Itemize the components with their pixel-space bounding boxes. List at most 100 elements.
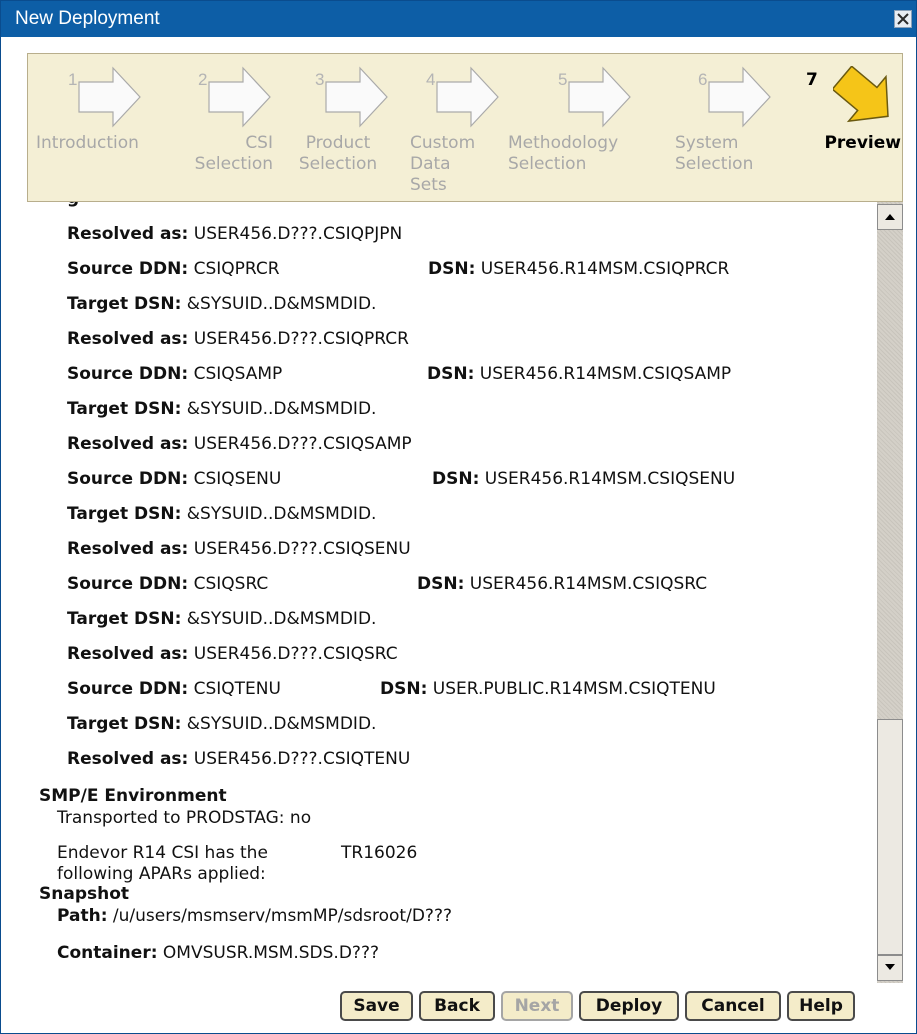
source-ddn-value: CSIQSENU — [193, 469, 282, 489]
resolved-as-row: Resolved as: USER456.D???.CSIQSRC — [67, 644, 398, 664]
resolved-as-value: USER456.D???.CSIQSRC — [193, 644, 398, 664]
scrollbar-thumb[interactable] — [877, 719, 903, 955]
source-ddn-row: Source DDN: CSIQPRCR — [67, 259, 280, 279]
resolved-as-value: USER456.D???.CSIQPRCR — [193, 329, 409, 349]
step-introduction[interactable]: 1 Introduction — [28, 54, 168, 203]
vertical-scrollbar[interactable] — [877, 202, 903, 983]
resolved-as-value: USER456.D???.CSIQSENU — [193, 539, 411, 559]
resolved-as-label: Resolved as: — [67, 224, 189, 244]
cut-off-text: g — [67, 202, 79, 208]
resolved-as-value: USER456.D???.CSIQTENU — [193, 749, 411, 769]
source-ddn-row: Source DDN: CSIQSRC — [67, 574, 268, 594]
dsn-row: DSN: USER456.R14MSM.CSIQSAMP — [427, 364, 731, 384]
dsn-label: DSN: — [432, 469, 480, 489]
target-dsn-value: &SYSUID..D&MSMDID. — [186, 399, 377, 419]
target-dsn-value: &SYSUID..D&MSMDID. — [186, 609, 377, 629]
target-dsn-label: Target DSN: — [67, 609, 182, 629]
source-ddn-label: Source DDN: — [67, 574, 189, 594]
help-button[interactable]: Help — [787, 991, 855, 1021]
scroll-up-button[interactable] — [877, 204, 903, 230]
step-arrow-icon — [325, 66, 388, 128]
source-ddn-value: CSIQPRCR — [193, 259, 280, 279]
step-number: 5 — [558, 70, 568, 89]
target-dsn-value: &SYSUID..D&MSMDID. — [186, 294, 377, 314]
dsn-row: DSN: USER.PUBLIC.R14MSM.CSIQTENU — [380, 679, 716, 699]
target-dsn-row: Target DSN: &SYSUID..D&MSMDID. — [67, 609, 376, 629]
smpe-heading: SMP/E Environment — [39, 786, 227, 806]
dsn-value: USER456.R14MSM.CSIQSAMP — [479, 364, 732, 384]
step-number: 2 — [198, 70, 208, 89]
resolved-as-label: Resolved as: — [67, 329, 189, 349]
target-dsn-label: Target DSN: — [67, 294, 182, 314]
title-bar[interactable]: New Deployment — [1, 1, 916, 37]
container-value: OMVSUSR.MSM.SDS.D??? — [162, 943, 379, 963]
step-label: System Selection — [675, 133, 754, 174]
step-methodology-selection[interactable]: 5 Methodology Selection — [508, 54, 658, 203]
container-label: Container: — [57, 943, 158, 963]
step-preview[interactable]: 7 Preview — [793, 54, 901, 203]
apars-label-line1: Endevor R14 CSI has the — [57, 843, 268, 863]
resolved-as-value: USER456.D???.CSIQPJPN — [193, 224, 403, 244]
back-button[interactable]: Back — [419, 991, 495, 1021]
source-ddn-value: CSIQSRC — [193, 574, 269, 594]
apars-value: TR16026 — [341, 843, 418, 863]
close-icon[interactable] — [894, 10, 912, 28]
resolved-as-label: Resolved as: — [67, 749, 189, 769]
step-label: Custom Data Sets — [410, 133, 476, 195]
dsn-label: DSN: — [427, 364, 475, 384]
dialog-title: New Deployment — [15, 8, 160, 29]
dsn-row: DSN: USER456.R14MSM.CSIQSRC — [417, 574, 707, 594]
current-step-arrow-icon — [833, 66, 889, 123]
step-arrow-icon — [78, 66, 141, 128]
snapshot-container-row: Container: OMVSUSR.MSM.SDS.D??? — [57, 943, 379, 963]
resolved-as-row: Resolved as: USER456.D???.CSIQSENU — [67, 539, 411, 559]
cancel-button[interactable]: Cancel — [685, 991, 781, 1021]
path-label: Path: — [57, 906, 108, 926]
step-csi-selection[interactable]: 2 CSI Selection — [173, 54, 273, 203]
resolved-as-row: Resolved as: USER456.D???.CSIQPRCR — [67, 329, 409, 349]
dsn-label: DSN: — [380, 679, 428, 699]
dsn-value: USER456.R14MSM.CSIQSENU — [484, 469, 736, 489]
transported-text: Transported to PRODSTAG: no — [57, 808, 312, 828]
step-number: 3 — [315, 70, 325, 89]
step-arrow-icon — [208, 66, 271, 128]
preview-content: g Resolved as: USER456.D???.CSIQPJPN Sou… — [27, 202, 877, 983]
step-arrow-icon — [708, 66, 771, 128]
source-ddn-label: Source DDN: — [67, 679, 189, 699]
step-label: CSI Selection — [194, 133, 273, 174]
scroll-down-button[interactable] — [877, 955, 903, 981]
step-number: 1 — [68, 70, 78, 89]
step-custom-data-sets[interactable]: 4 Custom Data Sets — [406, 54, 499, 203]
source-ddn-row: Source DDN: CSIQSENU — [67, 469, 281, 489]
dsn-label: DSN: — [428, 259, 476, 279]
step-number: 7 — [806, 70, 818, 90]
arrow-up-icon — [885, 214, 895, 220]
wizard-steps: 1 Introduction 2 CSI Selection 3 Product… — [27, 53, 903, 202]
target-dsn-label: Target DSN: — [67, 714, 182, 734]
step-arrow-icon — [436, 66, 499, 128]
dsn-row: DSN: USER456.R14MSM.CSIQSENU — [432, 469, 735, 489]
resolved-as-value: USER456.D???.CSIQSAMP — [193, 434, 412, 454]
dsn-value: USER456.R14MSM.CSIQSRC — [469, 574, 708, 594]
deploy-button[interactable]: Deploy — [579, 991, 679, 1021]
target-dsn-row: Target DSN: &SYSUID..D&MSMDID. — [67, 399, 376, 419]
step-label: Product Selection — [298, 133, 378, 174]
save-button[interactable]: Save — [340, 991, 413, 1021]
target-dsn-row: Target DSN: &SYSUID..D&MSMDID. — [67, 294, 376, 314]
new-deployment-dialog: New Deployment 1 Introduction 2 CSI Sele… — [0, 0, 917, 1034]
step-system-selection[interactable]: 6 System Selection — [673, 54, 783, 203]
step-product-selection[interactable]: 3 Product Selection — [283, 54, 393, 203]
target-dsn-row: Target DSN: &SYSUID..D&MSMDID. — [67, 714, 376, 734]
target-dsn-row: Target DSN: &SYSUID..D&MSMDID. — [67, 504, 376, 524]
button-bar: Save Back Next Deploy Cancel Help — [1, 991, 916, 1021]
step-label: Preview — [824, 133, 901, 153]
arrow-down-icon — [885, 964, 895, 970]
step-number: 6 — [698, 70, 708, 89]
step-label: Methodology Selection — [508, 133, 619, 174]
snapshot-heading: Snapshot — [39, 884, 130, 904]
apars-label-line2: following APARs applied: — [57, 864, 266, 884]
resolved-as-row: Resolved as: USER456.D???.CSIQTENU — [67, 749, 410, 769]
dsn-label: DSN: — [417, 574, 465, 594]
next-button[interactable]: Next — [501, 991, 573, 1021]
source-ddn-value: CSIQSAMP — [193, 364, 283, 384]
